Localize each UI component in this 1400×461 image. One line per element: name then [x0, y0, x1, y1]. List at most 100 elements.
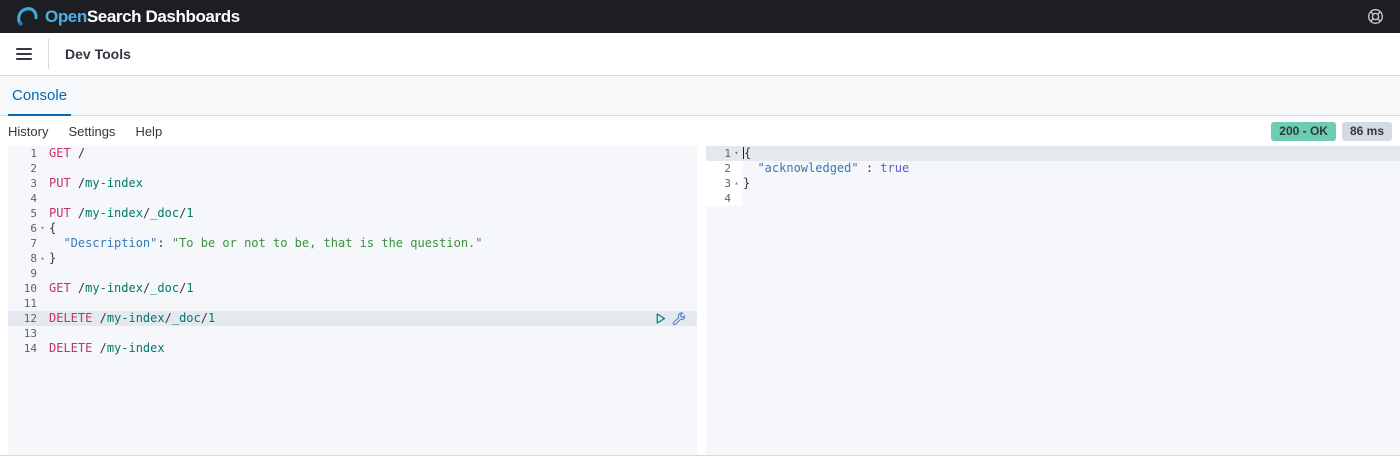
line-number: 2: [30, 162, 37, 175]
line-number: 4: [30, 192, 37, 205]
gutter: 3 ▴: [706, 176, 742, 191]
editor-line-5[interactable]: 5 PUT /my-index/_doc/1: [8, 206, 697, 221]
tab-console[interactable]: Console: [8, 76, 72, 116]
code-text: }: [49, 251, 57, 265]
code-text: PUT /my-index/_doc/1: [49, 206, 194, 220]
editor-line-4[interactable]: 4: [706, 191, 1400, 206]
editor-line-1[interactable]: 1 ▾{: [706, 146, 1400, 161]
gutter: 13: [8, 326, 48, 341]
line-number: 8: [30, 252, 37, 265]
gutter: 7: [8, 236, 48, 251]
play-icon: [656, 313, 666, 324]
menu-toggle-button[interactable]: [0, 33, 48, 75]
line-number: 4: [724, 192, 731, 205]
gutter: 6 ▾: [8, 221, 48, 236]
code-text: DELETE /my-index: [49, 341, 165, 355]
line-number: 12: [23, 312, 37, 325]
logo-wordmark: OpenSearch Dashboards: [45, 6, 240, 26]
code-text: GET /: [49, 146, 86, 160]
line-number: 7: [30, 237, 37, 250]
line-number: 5: [30, 207, 37, 220]
editor-line-12[interactable]: 12 DELETE /my-index/_doc/1: [8, 311, 697, 326]
editor-line-13[interactable]: 13: [8, 326, 697, 341]
fold-open-icon[interactable]: ▾: [731, 146, 742, 161]
gutter: 5: [8, 206, 48, 221]
gutter: 12: [8, 311, 48, 326]
line-number: 13: [23, 327, 37, 340]
line-number: 11: [23, 297, 37, 310]
line-number: 6: [30, 222, 37, 235]
request-action-buttons: [654, 311, 685, 326]
editor-line-10[interactable]: 10 GET /my-index/_doc/1: [8, 281, 697, 296]
response-time-badge: 86 ms: [1341, 121, 1392, 141]
editor-line-4[interactable]: 4: [8, 191, 697, 206]
code-text: }: [743, 176, 751, 190]
console-tab-bar: Console: [0, 76, 1400, 116]
line-number: 1: [30, 147, 37, 160]
console-toolbar: History Settings Help 200 - OK 86 ms: [0, 116, 1400, 146]
response-badges: 200 - OK 86 ms: [1271, 121, 1392, 141]
opensearch-logo[interactable]: OpenSearch Dashboards: [16, 6, 240, 28]
editor-line-1[interactable]: 1 GET /: [8, 146, 697, 161]
code-text: {: [49, 221, 57, 235]
code-text: DELETE /my-index/_doc/1: [49, 311, 216, 325]
settings-link[interactable]: Settings: [68, 124, 115, 139]
editor-line-7[interactable]: 7 "Description": "To be or not to be, th…: [8, 236, 697, 251]
editor-line-8[interactable]: 8 ▴}: [8, 251, 697, 266]
editor-line-9[interactable]: 9: [8, 266, 697, 281]
editor-line-2[interactable]: 2 "acknowledged" : true: [706, 161, 1400, 176]
gutter: 3: [8, 176, 48, 191]
global-header: OpenSearch Dashboards: [0, 0, 1400, 33]
editor-line-2[interactable]: 2: [8, 161, 697, 176]
code-text: PUT /my-index: [49, 176, 143, 190]
gutter: 9: [8, 266, 48, 281]
send-request-button[interactable]: [654, 312, 667, 325]
line-number: 3: [724, 177, 731, 190]
gutter: 4: [8, 191, 48, 206]
editor-line-11[interactable]: 11: [8, 296, 697, 311]
gutter: 11: [8, 296, 48, 311]
line-number: 10: [23, 282, 37, 295]
gutter: 8 ▴: [8, 251, 48, 266]
gutter: 1: [8, 146, 48, 161]
gutter: 10: [8, 281, 48, 296]
editor-line-6[interactable]: 6 ▾{: [8, 221, 697, 236]
help-menu-button[interactable]: [1367, 8, 1384, 25]
line-number: 2: [724, 162, 731, 175]
breadcrumb: Dev Tools: [49, 33, 147, 75]
pane-divider[interactable]: [697, 146, 706, 455]
fold-close-icon[interactable]: ▴: [37, 251, 48, 266]
editor-line-3[interactable]: 3 PUT /my-index: [8, 176, 697, 191]
opensearch-logo-mark-icon: [17, 6, 38, 26]
app-nav-bar: Dev Tools: [0, 33, 1400, 76]
console-split-view: 1 GET / 2 3 PUT /my-index 4 5 PUT /my-index/_do…: [0, 146, 1400, 456]
breadcrumb-dev-tools: Dev Tools: [65, 46, 131, 62]
editor-line-3[interactable]: 3 ▴}: [706, 176, 1400, 191]
request-editor[interactable]: 1 GET / 2 3 PUT /my-index 4 5 PUT /my-index/_do…: [8, 146, 697, 455]
code-text: "acknowledged" : true: [757, 161, 910, 175]
code-text: {: [743, 146, 752, 160]
gutter: 2: [706, 161, 742, 176]
help-link[interactable]: Help: [135, 124, 162, 139]
status-badge: 200 - OK: [1271, 121, 1336, 141]
request-options-button[interactable]: [672, 312, 685, 325]
line-number: 9: [30, 267, 37, 280]
gutter: 4: [706, 191, 742, 206]
code-text: "Description": "To be or not to be, that…: [63, 236, 483, 250]
fold-open-icon[interactable]: ▾: [37, 221, 48, 236]
fold-close-icon[interactable]: ▴: [731, 176, 742, 191]
line-number: 14: [23, 342, 37, 355]
wrench-icon: [672, 312, 685, 325]
gutter: 1 ▾: [706, 146, 742, 161]
toolbar-links: History Settings Help: [8, 124, 162, 139]
history-link[interactable]: History: [8, 124, 48, 139]
response-editor[interactable]: 1 ▾{2 "acknowledged" : true 3 ▴} 4: [706, 146, 1400, 455]
gutter: 14: [8, 341, 48, 356]
editor-line-14[interactable]: 14 DELETE /my-index: [8, 341, 697, 356]
line-number: 1: [724, 147, 731, 160]
